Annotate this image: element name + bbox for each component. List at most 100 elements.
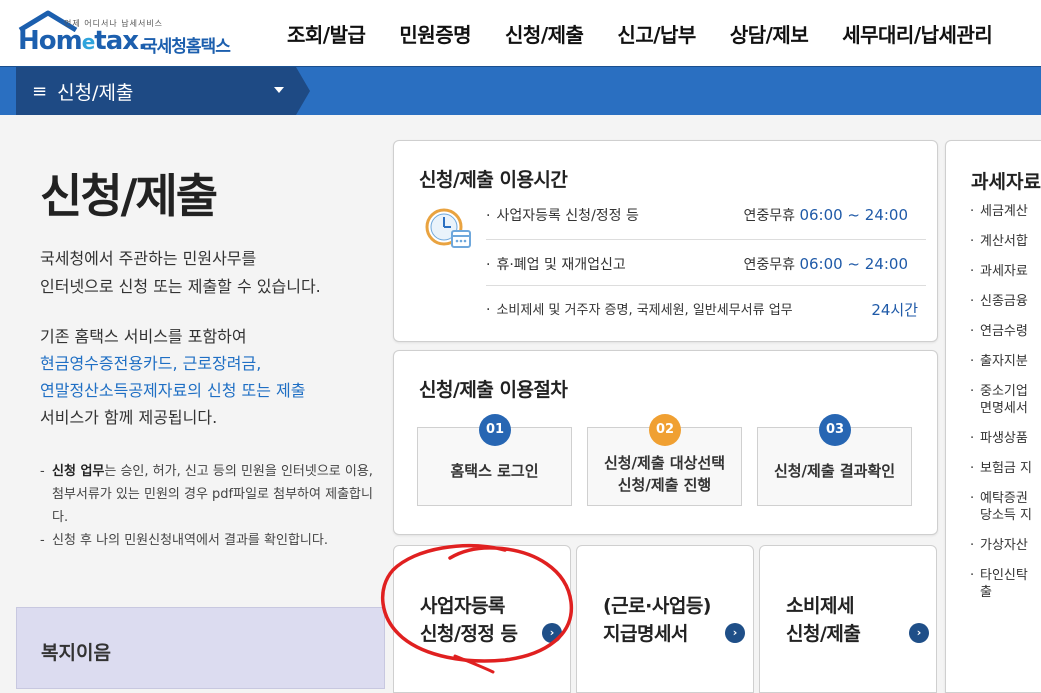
item-line: 중소기업 xyxy=(980,384,1028,399)
hours-row: · 사업자등록 신청/정정 등 연중무휴 06:00 ~ 24:00 xyxy=(486,205,926,225)
divider xyxy=(486,239,926,240)
nav-certificates[interactable]: 민원증명 xyxy=(382,19,488,48)
step-number-badge: 02 xyxy=(649,414,681,446)
tax-data-item[interactable]: 예탁증권당소득 지 xyxy=(970,490,1041,524)
hours-prefix: 연중무휴 xyxy=(743,257,795,273)
notes-list: 신청 업무는 승인, 허가, 신고 등의 민원을 인터넷으로 이용, 첨부서류가… xyxy=(40,460,385,552)
clock-calendar-icon xyxy=(425,208,471,248)
intro2-highlight-1: 현금영수증전용카드, 근로장려금, xyxy=(40,354,262,373)
hamburger-icon: ≡ xyxy=(32,80,48,102)
logo-korean: 국세청홈택스 xyxy=(142,37,231,57)
intro-services: 기존 홈택스 서비스를 포함하여 현금영수증전용카드, 근로장려금, 연말정산소… xyxy=(40,323,380,431)
tax-data-panel: 과세자료 세금계산 계산서합 과세자료 신종금융 연금수령 출자지분 중소기업면… xyxy=(945,140,1041,693)
procedure-step-3: 03 신청/제출 결과확인 xyxy=(757,414,912,506)
intro-line-1: 국세청에서 주관하는 민원사무를 xyxy=(40,249,257,268)
section-menu-label: 신청/제출 xyxy=(57,81,134,104)
card-label: 사업자등록 신청/정정 등 xyxy=(420,592,518,648)
divider xyxy=(486,285,926,286)
bullet: · xyxy=(486,302,491,318)
procedure-step-1: 01 홈택스 로그인 xyxy=(417,414,572,506)
note-item: 신청 업무는 승인, 허가, 신고 등의 민원을 인터넷으로 이용, 첨부서류가… xyxy=(40,460,385,529)
arrow-right-icon[interactable]: › xyxy=(725,623,745,643)
nav-apply-submit[interactable]: 신청/제출 xyxy=(488,19,600,48)
step-number-badge: 01 xyxy=(479,414,511,446)
tax-data-item[interactable]: 과세자료 xyxy=(970,263,1041,280)
step-label: 신청/제출 결과확인 xyxy=(758,460,911,482)
welfare-banner[interactable]: 복지이음 xyxy=(16,607,385,689)
hometax-logo[interactable]: 언제 어디서나 납세서비스 Hometax. 국세청홈택스 xyxy=(14,6,254,60)
page-title: 신청/제출 xyxy=(40,169,218,223)
step-label: 홈택스 로그인 xyxy=(418,460,571,482)
hours-title: 신청/제출 이용시간 xyxy=(419,169,568,191)
intro2-line-4: 서비스가 함께 제공됩니다. xyxy=(40,408,218,427)
procedure-title: 신청/제출 이용절차 xyxy=(419,379,568,401)
tax-data-item[interactable]: 타인신탁출 xyxy=(970,567,1041,601)
intro2-highlight-2: 연말정산소득공제자료의 신청 또는 제출 xyxy=(40,381,306,400)
tax-data-title: 과세자료 xyxy=(971,171,1041,193)
procedure-panel: 신청/제출 이용절차 01 홈택스 로그인 02 신청/제출 대상선택 신청/제출… xyxy=(393,350,938,535)
tax-data-item[interactable]: 신종금융 xyxy=(970,293,1041,310)
item-line: 타인신탁 xyxy=(980,568,1028,583)
intro-text: 국세청에서 주관하는 민원사무를 인터넷으로 신청 또는 제출할 수 있습니다. xyxy=(40,245,380,301)
note-item: 신청 후 나의 민원신청내역에서 결과를 확인합니다. xyxy=(40,529,385,552)
step-number-badge: 03 xyxy=(819,414,851,446)
card-line-2: 지급명세서 xyxy=(603,623,688,645)
card-label: 소비제세신청/제출 xyxy=(786,592,861,648)
intro-line-2: 인터넷으로 신청 또는 제출할 수 있습니다. xyxy=(40,277,321,296)
intro2-line-1: 기존 홈택스 서비스를 포함하여 xyxy=(40,327,247,346)
hours-label: 소비제세 및 거주자 증명, 국제세원, 일반세무서류 업무 xyxy=(496,303,793,318)
card-line-1: 소비제세 xyxy=(786,595,854,617)
card-line-1: 사업자등록 xyxy=(420,595,505,617)
hours-panel: 신청/제출 이용시간 · 사업자등록 신청/정정 등 연중무휴 06:00 ~ 2… xyxy=(393,140,938,342)
site-header: 언제 어디서나 납세서비스 Hometax. 국세청홈택스 조회/발급 민원증명… xyxy=(0,0,1041,66)
section-menu-dropdown[interactable]: ≡ 신청/제출 xyxy=(16,67,310,115)
hours-label: 사업자등록 신청/정정 등 xyxy=(496,208,639,224)
step-label: 신청/제출 대상선택신청/제출 진행 xyxy=(588,452,741,496)
item-line: 출 xyxy=(980,585,992,600)
procedure-step-2: 02 신청/제출 대상선택신청/제출 진행 xyxy=(587,414,742,506)
card-line-2: 신청/제출 xyxy=(786,623,861,645)
tax-data-item[interactable]: 파생상품 xyxy=(970,430,1041,447)
hours-prefix: 연중무휴 xyxy=(743,208,795,224)
hours-time: 연중무휴 06:00 ~ 24:00 xyxy=(743,205,908,225)
nav-consult[interactable]: 상담/제보 xyxy=(713,19,825,48)
bullet: · xyxy=(486,257,491,273)
hours-time: 연중무휴 06:00 ~ 24:00 xyxy=(743,254,908,274)
logo-wordmark: Hometax. xyxy=(18,26,148,56)
logo-wordmark-a: Hom xyxy=(18,26,83,56)
tax-data-list: 세금계산 계산서합 과세자료 신종금융 연금수령 출자지분 중소기업면명세서 파… xyxy=(970,203,1041,614)
item-line: 당소득 지 xyxy=(980,508,1032,523)
tax-data-item[interactable]: 세금계산 xyxy=(970,203,1041,220)
item-line: 면명세서 xyxy=(980,401,1028,416)
arrow-right-icon[interactable]: › xyxy=(909,623,929,643)
consumption-tax-card[interactable]: 소비제세신청/제출 › xyxy=(759,545,937,693)
tax-data-item[interactable]: 중소기업면명세서 xyxy=(970,383,1041,417)
nav-tax-agent[interactable]: 세무대리/납세관리 xyxy=(825,19,1009,48)
hours-row: · 휴·폐업 및 재개업신고 연중무휴 06:00 ~ 24:00 xyxy=(486,254,926,274)
arrow-right-icon[interactable]: › xyxy=(542,623,562,643)
tax-data-item[interactable]: 가상자산 xyxy=(970,537,1041,554)
note-text: 신청 후 나의 민원신청내역에서 결과를 확인합니다. xyxy=(52,533,328,548)
business-registration-card[interactable]: 사업자등록 신청/정정 등 › xyxy=(393,545,571,693)
item-line: 예탁증권 xyxy=(980,491,1028,506)
step-line-2: 신청/제출 진행 xyxy=(617,476,712,494)
caret-down-icon xyxy=(274,87,284,93)
tax-data-item[interactable]: 보험금 지 xyxy=(970,460,1041,477)
tax-data-item[interactable]: 출자지분 xyxy=(970,353,1041,370)
welfare-label: 복지이음 xyxy=(41,642,111,664)
logo-wordmark-e: e xyxy=(81,30,96,54)
step-line-1: 홈택스 로그인 xyxy=(450,462,539,480)
payment-statement-card[interactable]: (근로·사업등) 지급명세서 › xyxy=(576,545,754,693)
hours-value: 06:00 ~ 24:00 xyxy=(799,255,908,273)
nav-report-pay[interactable]: 신고/납부 xyxy=(600,19,712,48)
step-line-1: 신청/제출 대상선택 xyxy=(603,454,726,472)
tax-data-item[interactable]: 계산서합 xyxy=(970,233,1041,250)
nav-inquiry-issue[interactable]: 조회/발급 xyxy=(270,19,382,48)
tax-data-item[interactable]: 연금수령 xyxy=(970,323,1041,340)
hours-time: 24시간 xyxy=(871,299,918,320)
card-line-1: (근로·사업등) xyxy=(603,595,712,617)
card-label: (근로·사업등) 지급명세서 xyxy=(603,592,712,648)
note-bold: 신청 업무 xyxy=(52,464,105,479)
hours-label: 휴·폐업 및 재개업신고 xyxy=(496,257,626,273)
hours-value: 06:00 ~ 24:00 xyxy=(799,206,908,224)
